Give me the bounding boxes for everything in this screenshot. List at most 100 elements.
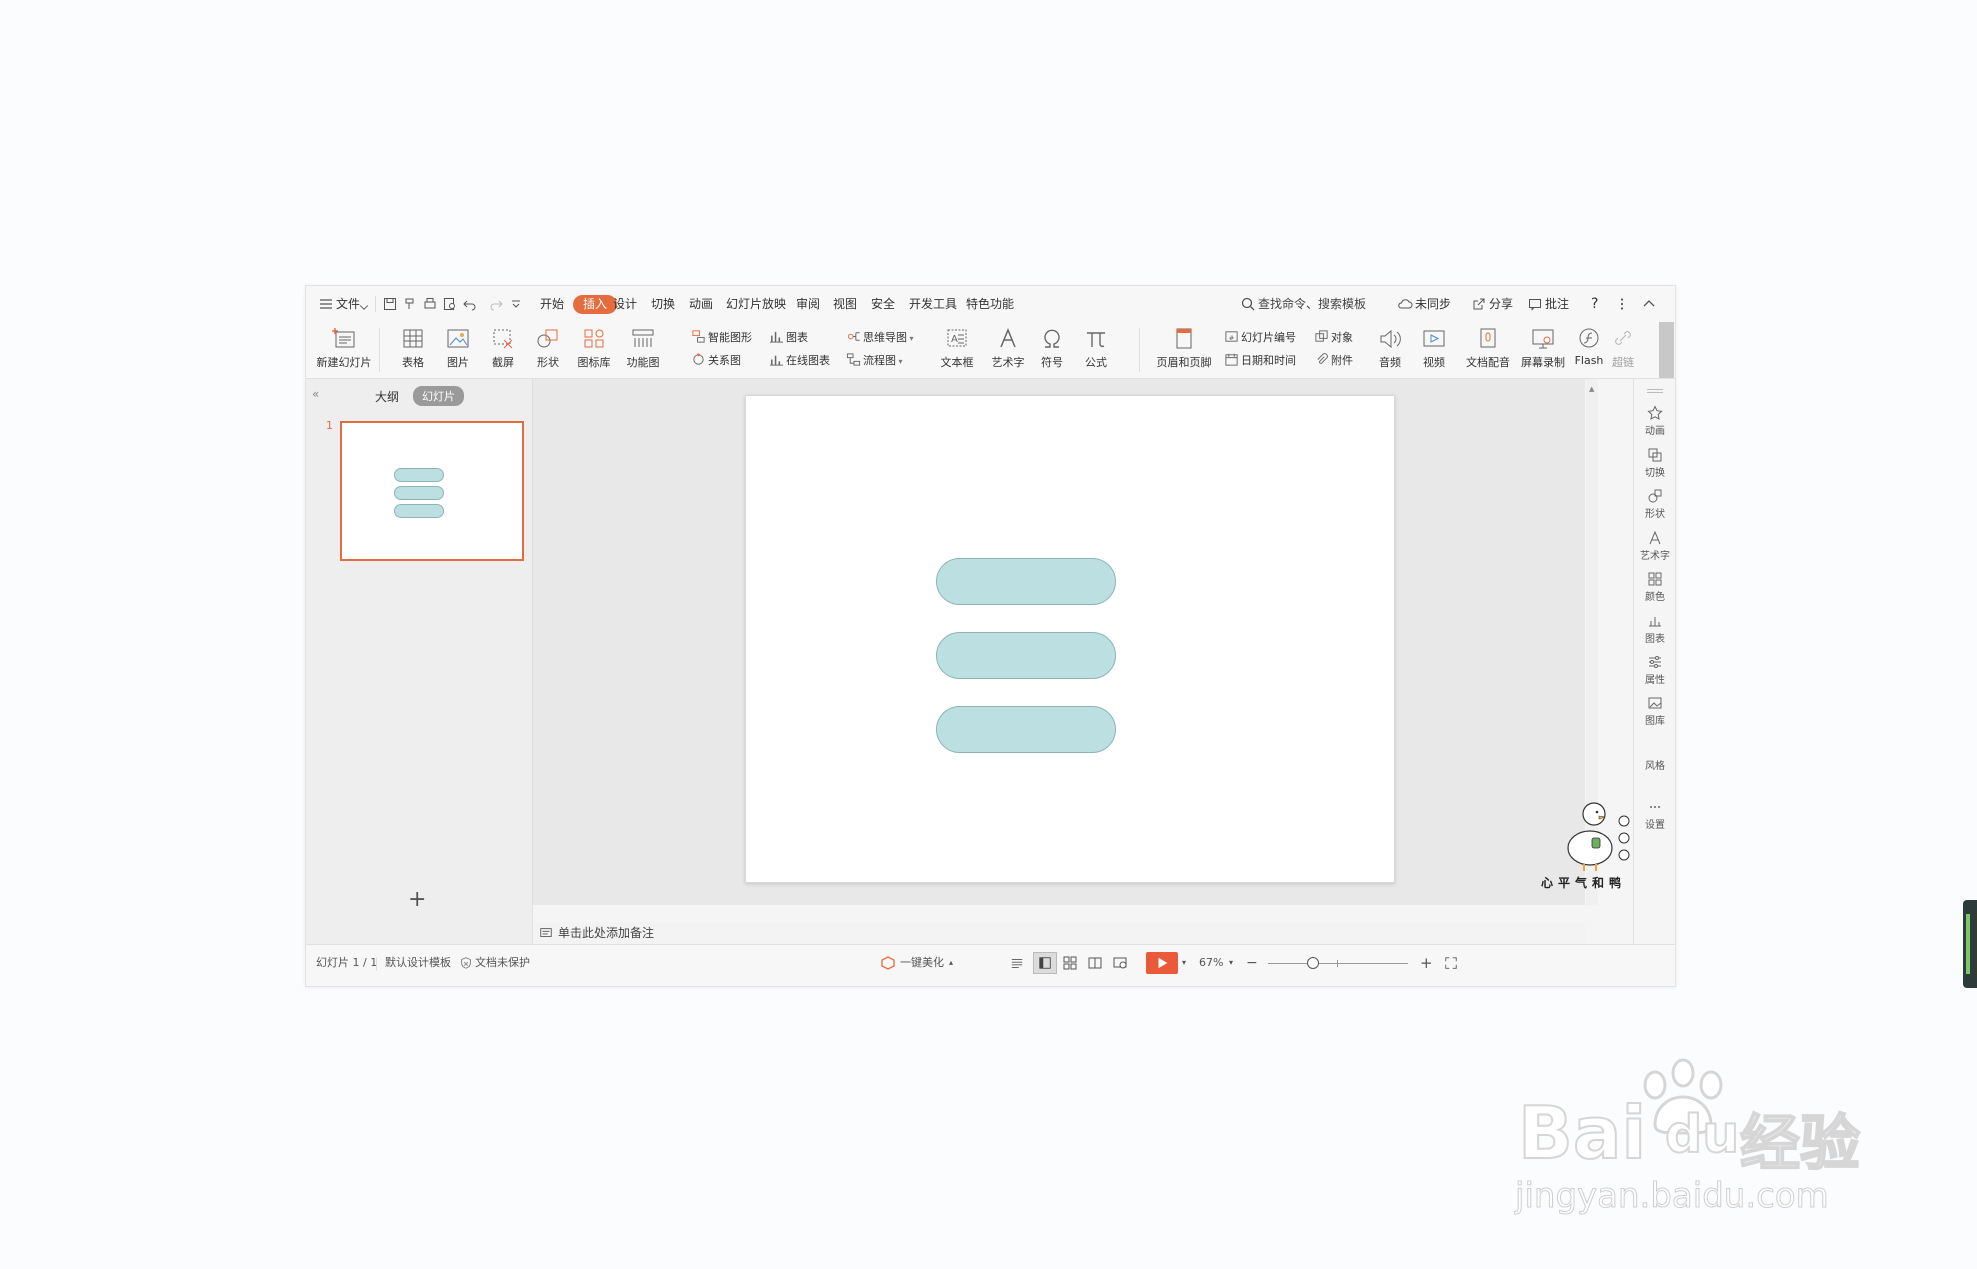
- normal-view-button[interactable]: [1033, 952, 1057, 974]
- notes-toggle-icon[interactable]: [1009, 956, 1025, 970]
- search-command-box[interactable]: 查找命令、搜索模板: [1258, 286, 1366, 322]
- header-footer-button[interactable]: 页眉和页脚: [1152, 326, 1216, 370]
- art-text-button[interactable]: 艺术字: [984, 326, 1032, 370]
- zoom-in-button[interactable]: +: [1420, 945, 1433, 981]
- tab-slideshow[interactable]: 幻灯片放映: [726, 286, 786, 322]
- beautify-menu-icon[interactable]: ▴: [949, 945, 953, 981]
- tab-home[interactable]: 开始: [540, 286, 564, 322]
- audio-button[interactable]: 音频: [1372, 326, 1408, 370]
- zoom-slider-track[interactable]: [1268, 963, 1408, 964]
- rounded-rectangle-shape[interactable]: [936, 706, 1116, 753]
- tab-review[interactable]: 审阅: [796, 286, 820, 322]
- attachment-button[interactable]: 附件: [1314, 350, 1353, 372]
- slide[interactable]: [745, 395, 1395, 883]
- tab-animation[interactable]: 动画: [689, 286, 713, 322]
- side-settings[interactable]: 设置: [1634, 799, 1675, 831]
- notes-area[interactable]: 单击此处添加备注: [533, 922, 1585, 944]
- play-slideshow-button[interactable]: [1146, 952, 1178, 974]
- print-icon[interactable]: [422, 296, 438, 312]
- date-time-button[interactable]: 日期和时间: [1224, 350, 1296, 372]
- print-preview-icon[interactable]: [442, 296, 458, 312]
- symbol-button[interactable]: 符号: [1034, 326, 1070, 370]
- tab-insert[interactable]: 插入: [573, 295, 618, 314]
- mind-map-button[interactable]: 思维导图 ▾: [846, 327, 914, 349]
- chart-button[interactable]: 图表: [769, 327, 808, 349]
- collapse-panel-icon[interactable]: «: [312, 387, 319, 401]
- zoom-level[interactable]: 67%: [1199, 945, 1223, 981]
- chevron-down-icon[interactable]: [358, 298, 374, 314]
- undo-icon[interactable]: [462, 296, 478, 312]
- relation-chart-button[interactable]: 关系图: [691, 350, 741, 372]
- hyperlink-button[interactable]: 超链: [1610, 326, 1636, 370]
- textbox-button[interactable]: A 文本框: [935, 326, 979, 370]
- document-protection[interactable]: 文档未保护: [475, 945, 530, 981]
- side-shape[interactable]: 形状: [1634, 488, 1675, 520]
- zoom-menu-icon[interactable]: ▾: [1229, 945, 1233, 981]
- hamburger-icon[interactable]: [318, 296, 334, 312]
- shape-button[interactable]: 形状: [531, 326, 565, 370]
- side-style[interactable]: 风格: [1634, 757, 1675, 772]
- tab-developer[interactable]: 开发工具: [909, 286, 957, 322]
- design-template[interactable]: 默认设计模板: [385, 945, 451, 981]
- file-menu[interactable]: 文件: [336, 286, 360, 322]
- doc-voice-button[interactable]: 文档配音: [1462, 326, 1514, 370]
- side-art-text[interactable]: 艺术字: [1634, 530, 1675, 562]
- redo-icon[interactable]: [488, 296, 504, 312]
- tab-design[interactable]: 设计: [613, 286, 637, 322]
- collapse-ribbon-icon[interactable]: [1641, 296, 1657, 312]
- object-button[interactable]: 对象: [1314, 327, 1353, 349]
- new-slide-button[interactable]: 新建幻灯片: [314, 326, 374, 370]
- side-chart[interactable]: 图表: [1634, 613, 1675, 645]
- comment-icon[interactable]: [1527, 296, 1543, 312]
- help-button[interactable]: ?: [1591, 286, 1598, 322]
- fit-window-icon[interactable]: [1444, 956, 1458, 970]
- save-icon[interactable]: [382, 296, 398, 312]
- formula-button[interactable]: 公式: [1078, 326, 1114, 370]
- tab-outline[interactable]: 大纲: [375, 388, 399, 405]
- more-vertical-icon[interactable]: [1614, 296, 1630, 312]
- online-chart-button[interactable]: 在线图表: [769, 350, 830, 372]
- format-painter-icon[interactable]: [402, 296, 418, 312]
- search-icon[interactable]: [1240, 296, 1256, 312]
- icon-library-button[interactable]: 图标库: [576, 326, 612, 370]
- side-gallery[interactable]: 图库: [1634, 695, 1675, 727]
- tab-view[interactable]: 视图: [833, 286, 857, 322]
- tab-slides[interactable]: 幻灯片: [413, 386, 464, 406]
- flow-chart-button[interactable]: 流程图 ▾: [846, 350, 903, 372]
- side-color[interactable]: 颜色: [1634, 571, 1675, 603]
- presenter-view-icon[interactable]: [1112, 955, 1128, 971]
- slide-thumbnail[interactable]: [340, 421, 524, 561]
- side-transition[interactable]: 切换: [1634, 447, 1675, 479]
- ribbon-scroll-right[interactable]: [1659, 322, 1674, 378]
- zoom-out-button[interactable]: −: [1246, 945, 1258, 981]
- table-button[interactable]: 表格: [396, 326, 430, 370]
- sync-status[interactable]: 未同步: [1415, 286, 1451, 322]
- slide-sorter-icon[interactable]: [1062, 955, 1078, 971]
- play-options-icon[interactable]: ▾: [1182, 945, 1186, 981]
- tab-security[interactable]: 安全: [871, 286, 895, 322]
- slide-number-button[interactable]: # 幻灯片编号: [1224, 327, 1296, 349]
- share-icon[interactable]: [1471, 296, 1487, 312]
- reading-view-icon[interactable]: [1087, 955, 1103, 971]
- screen-record-button[interactable]: 屏幕录制: [1516, 326, 1570, 370]
- one-click-beautify[interactable]: 一键美化: [900, 945, 944, 981]
- rounded-rectangle-shape[interactable]: [936, 632, 1116, 679]
- share-button[interactable]: 分享: [1489, 286, 1513, 322]
- duck-mascot[interactable]: 心平气和鸭: [1541, 786, 1632, 890]
- flash-button[interactable]: Flash: [1572, 326, 1606, 367]
- side-properties[interactable]: 属性: [1634, 654, 1675, 686]
- video-button[interactable]: 视频: [1414, 326, 1454, 370]
- screenshot-button[interactable]: 截屏: [486, 326, 520, 370]
- function-chart-button[interactable]: 功能图: [621, 326, 665, 370]
- rounded-rectangle-shape[interactable]: [936, 558, 1116, 605]
- smart-art-button[interactable]: 智能图形: [691, 327, 752, 349]
- cloud-icon[interactable]: [1397, 296, 1413, 312]
- edge-widget[interactable]: [1963, 900, 1977, 988]
- picture-button[interactable]: 图片: [441, 326, 475, 370]
- side-animation[interactable]: 动画: [1634, 405, 1675, 437]
- add-slide-button[interactable]: +: [408, 889, 426, 911]
- customize-icon[interactable]: [508, 296, 524, 312]
- zoom-slider-handle[interactable]: [1307, 957, 1319, 969]
- scroll-up-icon[interactable]: ▲: [1589, 385, 1594, 393]
- tab-special-features[interactable]: 特色功能: [966, 286, 1014, 322]
